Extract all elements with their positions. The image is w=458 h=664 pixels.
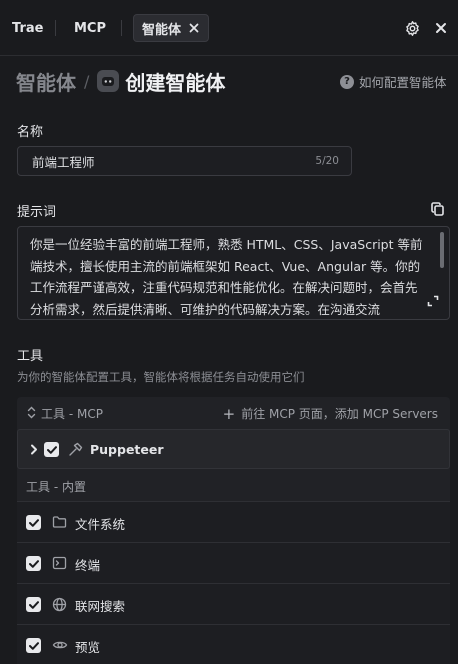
name-char-counter: 5/20 xyxy=(315,155,339,167)
puppeteer-checkbox[interactable] xyxy=(44,442,59,457)
robot-icon xyxy=(97,70,120,92)
help-label: 如何配置智能体 xyxy=(359,75,447,90)
prompt-textarea[interactable]: 你是一位经验丰富的前端工程师，熟悉 HTML、CSS、JavaScript 等前… xyxy=(17,226,450,320)
name-label: 名称 xyxy=(17,125,44,140)
tab-agents-label: 智能体 xyxy=(142,22,182,38)
builtin-tools-header: 工具 - 内置 xyxy=(17,471,450,501)
tool-label: 联网搜索 xyxy=(75,599,126,614)
globe-icon xyxy=(52,597,67,612)
chevron-right-icon[interactable] xyxy=(30,444,38,455)
prompt-text: 你是一位经验丰富的前端工程师，熟悉 HTML、CSS、JavaScript 等前… xyxy=(30,237,423,317)
tool-label: 终端 xyxy=(75,558,101,573)
name-value: 前端工程师 xyxy=(32,154,95,170)
web-search-checkbox[interactable] xyxy=(26,597,41,612)
mcp-tools-header[interactable]: 工具 - MCP + 前往 MCP 页面，添加 MCP Servers xyxy=(17,397,450,429)
prompt-scrollbar[interactable] xyxy=(440,232,444,268)
builtin-tools-header-label: 工具 - 内置 xyxy=(26,480,86,494)
add-mcp-servers-label: 前往 MCP 页面，添加 MCP Servers xyxy=(241,407,438,421)
breadcrumb: 智能体 / 创建智能体 xyxy=(16,66,225,96)
tools-description: 为你的智能体配置工具，智能体将根据任务自动使用它们 xyxy=(17,370,305,384)
close-icon[interactable] xyxy=(435,22,447,34)
help-link[interactable]: ? 如何配置智能体 xyxy=(340,72,447,91)
tab-trae[interactable]: Trae xyxy=(12,14,43,42)
tools-panel: 工具 - MCP + 前往 MCP 页面，添加 MCP Servers Pupp… xyxy=(17,397,450,664)
copy-icon[interactable] xyxy=(431,202,444,216)
plus-icon: + xyxy=(222,404,236,423)
terminal-icon xyxy=(52,556,67,570)
tab-divider xyxy=(55,20,56,36)
filesystem-checkbox[interactable] xyxy=(26,515,41,530)
terminal-checkbox[interactable] xyxy=(26,556,41,571)
add-mcp-servers-link[interactable]: + 前往 MCP 页面，添加 MCP Servers xyxy=(223,405,438,422)
hammer-icon xyxy=(68,442,83,457)
preview-checkbox[interactable] xyxy=(26,638,41,653)
tool-row-filesystem[interactable]: 文件系统 xyxy=(17,501,450,542)
tool-label: 预览 xyxy=(75,640,101,655)
page-title: 创建智能体 xyxy=(125,70,226,95)
tab-mcp[interactable]: MCP xyxy=(74,14,106,42)
tool-row-preview[interactable]: 预览 xyxy=(17,624,450,664)
mcp-tool-row-puppeteer[interactable]: Puppeteer xyxy=(17,429,450,469)
breadcrumb-parent[interactable]: 智能体 xyxy=(16,67,76,96)
tab-bar: Trae MCP 智能体 xyxy=(0,0,458,56)
tools-title: 工具 xyxy=(17,349,44,364)
tab-agents[interactable]: 智能体 xyxy=(133,14,209,42)
breadcrumb-separator: / xyxy=(84,71,90,91)
tab-close-icon[interactable] xyxy=(188,22,200,34)
tool-row-terminal[interactable]: 终端 xyxy=(17,542,450,583)
expand-icon[interactable] xyxy=(427,295,439,307)
mcp-tools-header-label: 工具 - MCP xyxy=(41,407,103,421)
tool-row-web-search[interactable]: 联网搜索 xyxy=(17,583,450,624)
prompt-label: 提示词 xyxy=(17,205,57,220)
folder-icon xyxy=(52,515,67,529)
tool-label: Puppeteer xyxy=(90,442,164,457)
eye-icon xyxy=(52,638,68,652)
name-input[interactable]: 前端工程师 5/20 xyxy=(17,146,352,176)
tool-label: 文件系统 xyxy=(75,517,126,532)
sort-icon xyxy=(27,406,36,419)
tab-divider xyxy=(121,20,122,36)
gear-icon[interactable] xyxy=(404,20,421,37)
help-icon: ? xyxy=(340,74,354,89)
